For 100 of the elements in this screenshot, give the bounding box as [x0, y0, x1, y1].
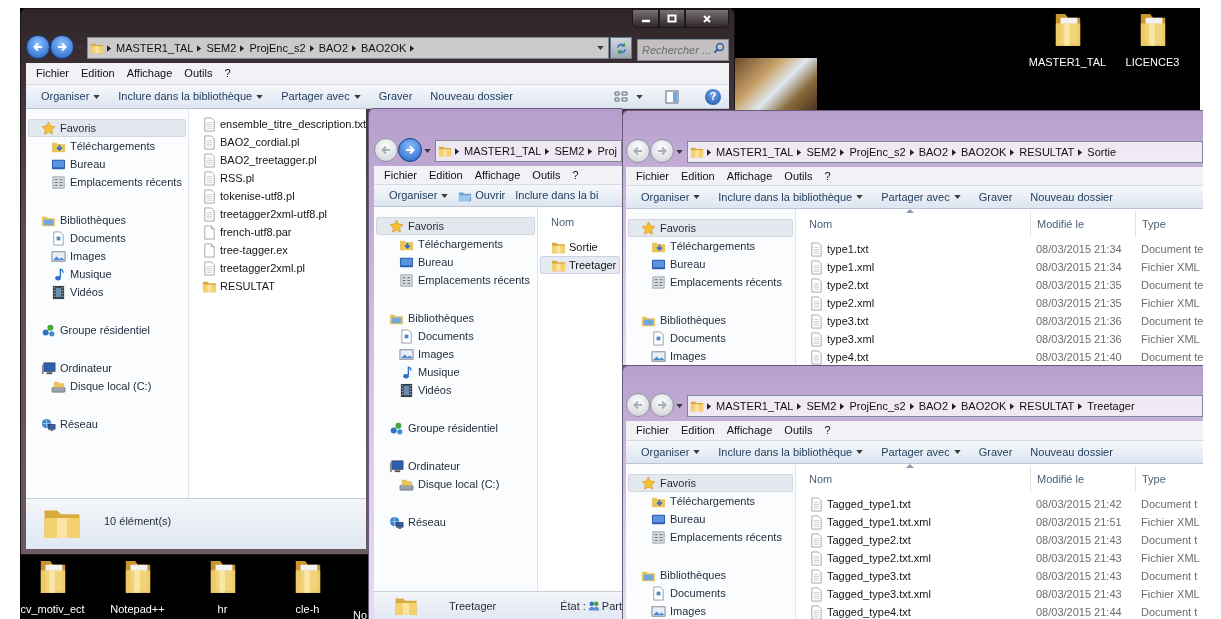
sidebar-item[interactable]: Vidéos	[28, 283, 186, 301]
file-row[interactable]: type1.xml 08/03/2015 21:34 Fichier XML	[798, 258, 1203, 276]
sidebar-item[interactable]: Téléchargements	[628, 237, 793, 255]
breadcrumb[interactable]: SEM2	[553, 142, 586, 160]
desktop-icon[interactable]: No	[350, 557, 368, 619]
file-row[interactable]: type3.xml 08/03/2015 21:36 Fichier XML	[798, 330, 1203, 348]
sidebar-item[interactable]: Images	[28, 247, 186, 265]
breadcrumb[interactable]: BAO2	[917, 397, 950, 415]
file-row[interactable]: treetagger2xml.pl	[191, 259, 364, 277]
sidebar-item[interactable]: Réseau	[28, 415, 186, 433]
file-row[interactable]: type4.txt 08/03/2015 21:40 Document te	[798, 348, 1203, 365]
toolbar-button[interactable]: Nouveau dossier	[1025, 186, 1118, 208]
sidebar-item[interactable]: Bureau	[376, 253, 535, 271]
menu-item[interactable]: Affichage	[720, 422, 779, 439]
file-row[interactable]: french-utf8.par	[191, 223, 364, 241]
sidebar-item[interactable]: Bibliothèques	[628, 311, 793, 329]
sidebar-item[interactable]: Musique	[376, 363, 535, 381]
breadcrumb[interactable]: MASTER1_TAL	[463, 142, 543, 160]
breadcrumb[interactable]: BAO2	[317, 39, 350, 57]
caret-icon[interactable]	[424, 149, 431, 153]
file-row[interactable]: RESULTAT	[191, 277, 364, 295]
sidebar-item[interactable]: Téléchargements	[28, 137, 186, 155]
refresh-button[interactable]	[610, 37, 632, 59]
breadcrumb[interactable]: Sortie	[1086, 143, 1118, 161]
toolbar-button[interactable]: Nouveau dossier	[425, 85, 518, 108]
sidebar-item[interactable]: Images	[376, 345, 535, 363]
desktop-icon[interactable]: hr	[180, 557, 265, 619]
desktop-icon[interactable]: cle-h	[265, 557, 350, 619]
breadcrumb[interactable]: SEM2	[805, 143, 838, 161]
sidebar-item[interactable]: Favoris	[628, 474, 793, 492]
column-header[interactable]: Nom	[796, 466, 1030, 492]
menu-item[interactable]: Outils	[178, 65, 219, 82]
menu-item[interactable]: Edition	[675, 167, 721, 185]
file-row[interactable]: Tagged_type4.txt 08/03/2015 21:44 Document t	[798, 603, 1201, 619]
address-bar[interactable]: MASTER1_TAL SEM2 ProjEnc_s2 BAO2 BAO2OK RESULTAT Treetager	[687, 395, 1203, 417]
breadcrumb[interactable]: SEM2	[205, 39, 238, 57]
toolbar-button[interactable]: Graver	[973, 441, 1018, 463]
back-button[interactable]	[26, 35, 50, 59]
breadcrumb[interactable]: Treetager	[1086, 397, 1136, 415]
sidebar-item[interactable]: Vidéos	[376, 381, 535, 399]
forward-button[interactable]	[398, 138, 422, 162]
toolbar-button[interactable]: Inclure dans la bi	[510, 185, 604, 206]
sidebar-item[interactable]: Emplacements récents	[28, 173, 186, 191]
menu-item[interactable]: Affichage	[120, 65, 179, 82]
menu-item[interactable]: Edition	[75, 65, 121, 82]
column-header[interactable]: Modifié le	[1030, 211, 1135, 237]
menu-item[interactable]: Edition	[423, 166, 469, 184]
toolbar-button[interactable]: Nouveau dossier	[1025, 441, 1118, 463]
address-bar[interactable]: MASTER1_TAL SEM2 ProjEnc_s2 BAO2 BAO2OK	[87, 37, 609, 59]
column-header[interactable]: Nom	[796, 211, 1030, 237]
address-bar[interactable]: MASTER1_TAL SEM2 Proj	[435, 140, 622, 162]
desktop-icon[interactable]: Notepad++	[95, 557, 180, 619]
breadcrumb[interactable]: MASTER1_TAL	[715, 143, 795, 161]
file-row[interactable]: BAO2_cordial.pl	[191, 133, 364, 151]
sidebar-item[interactable]: Bureau	[28, 155, 186, 173]
sidebar-item[interactable]: Images	[628, 602, 793, 619]
file-row[interactable]: RSS.pl	[191, 169, 364, 187]
sidebar-item[interactable]: Bibliothèques	[628, 566, 793, 584]
breadcrumb[interactable]: SEM2	[805, 397, 838, 415]
breadcrumb[interactable]: ProjEnc_s2	[848, 143, 907, 161]
minimize-button[interactable]	[632, 9, 659, 28]
menu-item[interactable]: Edition	[675, 422, 721, 439]
menu-item[interactable]: Outils	[778, 167, 819, 185]
menu-item[interactable]: ?	[218, 65, 237, 82]
sidebar-item[interactable]: Disque local (C:)	[376, 475, 535, 493]
toolbar-button[interactable]: Graver	[373, 85, 418, 108]
file-row[interactable]: type1.txt 08/03/2015 21:34 Document te	[798, 240, 1203, 258]
close-button[interactable]	[685, 9, 729, 28]
sidebar-item[interactable]: Bibliothèques	[376, 309, 535, 327]
menu-item[interactable]: ?	[818, 422, 837, 439]
sidebar-item[interactable]: Musique	[28, 265, 186, 283]
sidebar-item[interactable]: Documents	[628, 329, 793, 347]
menu-item[interactable]: Fichier	[630, 422, 675, 439]
file-row[interactable]: tokenise-utf8.pl	[191, 187, 364, 205]
sidebar-item[interactable]: Groupe résidentiel	[28, 321, 186, 339]
breadcrumb[interactable]: BAO2OK	[960, 397, 1008, 415]
menu-item[interactable]: Affichage	[468, 166, 527, 184]
caret-icon[interactable]	[676, 404, 683, 408]
caret-icon[interactable]	[676, 150, 683, 154]
file-row[interactable]: Tagged_type2.txt.xml 08/03/2015 21:43 Fichier XML	[798, 549, 1201, 567]
sidebar-item[interactable]: Documents	[628, 584, 793, 602]
sidebar-item[interactable]: Emplacements récents	[376, 271, 535, 289]
sidebar-item[interactable]: Téléchargements	[628, 492, 793, 510]
sidebar-item[interactable]: Disque local (C:)	[28, 377, 186, 395]
file-row[interactable]: Tagged_type1.txt.xml 08/03/2015 21:51 Fichier XML	[798, 513, 1201, 531]
forward-button[interactable]	[50, 35, 74, 59]
file-row[interactable]: Tagged_type2.txt 08/03/2015 21:43 Document t	[798, 531, 1201, 549]
toolbar-button[interactable]: Graver	[973, 186, 1018, 208]
file-row[interactable]: BAO2_treetagger.pl	[191, 151, 364, 169]
sidebar-item[interactable]: Images	[628, 347, 793, 365]
sidebar-item[interactable]: Bibliothèques	[28, 211, 186, 229]
sidebar-item[interactable]: Ordinateur	[376, 457, 535, 475]
sidebar-item[interactable]: Favoris	[376, 217, 535, 235]
toolbar-dropdown-button[interactable]: Organiser	[636, 186, 706, 208]
file-row[interactable]: Tagged_type3.txt.xml 08/03/2015 21:43 Fichier XML	[798, 585, 1201, 603]
file-row[interactable]: Sortie	[540, 238, 620, 256]
open-button[interactable]: Ouvrir	[453, 185, 511, 206]
column-header[interactable]: Nom	[538, 209, 622, 235]
menu-item[interactable]: Fichier	[30, 65, 75, 82]
toolbar-dropdown-button[interactable]: Organiser	[384, 185, 454, 206]
